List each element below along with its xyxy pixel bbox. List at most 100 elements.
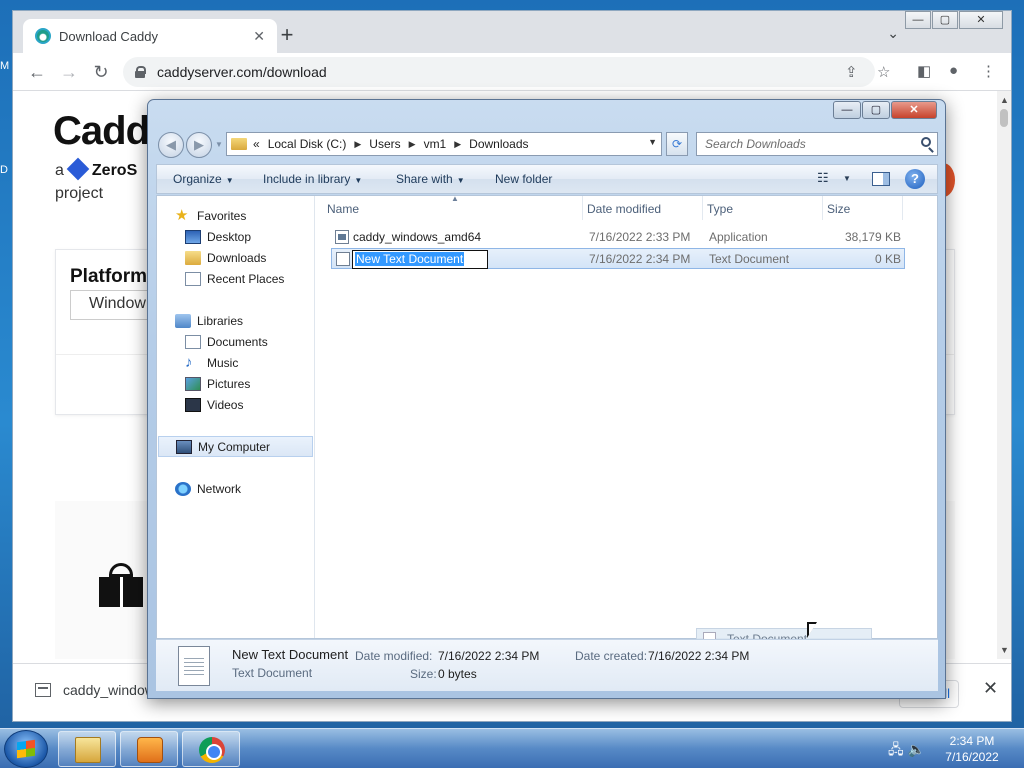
profile-avatar-icon[interactable]: ● xyxy=(949,62,958,79)
breadcrumb-downloads[interactable]: Downloads xyxy=(469,137,528,151)
browser-maximize-button[interactable]: ▢ xyxy=(932,11,958,29)
download-item[interactable]: caddy_window xyxy=(35,682,155,698)
file-date: 7/16/2022 2:33 PM xyxy=(589,230,691,244)
nav-libraries-label: Libraries xyxy=(197,313,244,328)
new-tab-button[interactable]: + xyxy=(275,24,299,48)
column-header-name[interactable]: Name ▲ xyxy=(323,194,583,220)
rename-selected-text: New Text Document xyxy=(355,252,465,266)
share-icon[interactable]: ⇪ xyxy=(845,63,858,81)
nav-my-computer[interactable]: My Computer xyxy=(158,436,313,457)
sort-ascending-icon: ▲ xyxy=(451,194,459,203)
back-button-icon[interactable]: ◀ xyxy=(158,132,184,158)
tab-strip: Download Caddy ✕ + ⌄ — ▢ ✕ xyxy=(13,11,1011,53)
include-in-library-menu[interactable]: Include in library ▼ xyxy=(263,172,362,186)
nav-videos[interactable]: Videos xyxy=(185,394,243,415)
taskbar-explorer[interactable] xyxy=(58,731,116,767)
tab-close-icon[interactable]: ✕ xyxy=(253,28,265,45)
explorer-minimize-button[interactable]: — xyxy=(833,101,861,119)
nav-recent-places[interactable]: Recent Places xyxy=(185,268,284,289)
taskbar-media-player[interactable] xyxy=(120,731,178,767)
downloads-bar-close-icon[interactable]: ✕ xyxy=(983,678,998,699)
organize-menu[interactable]: Organize ▼ xyxy=(173,172,234,186)
reload-icon[interactable]: ↻ xyxy=(91,62,111,82)
explorer-close-button[interactable]: ✕ xyxy=(891,101,937,119)
breadcrumb-separator-icon[interactable]: ▶ xyxy=(354,139,361,150)
network-globe-icon xyxy=(175,481,191,496)
explorer-search-input[interactable]: Search Downloads xyxy=(696,132,938,156)
desktop-fragment-m: M xyxy=(0,60,10,72)
nav-libraries[interactable]: Libraries xyxy=(175,310,243,331)
nav-desktop[interactable]: Desktop xyxy=(185,226,251,247)
tray-network-volume-icons[interactable]: 🖧 🔈 xyxy=(888,739,925,763)
preview-pane-icon[interactable] xyxy=(872,172,890,186)
breadcrumb-users[interactable]: Users xyxy=(369,137,400,151)
system-clock[interactable]: 2:34 PM 7/16/2022 xyxy=(930,733,1014,765)
bookmark-star-icon[interactable]: ☆ xyxy=(877,63,890,81)
explorer-maximize-button[interactable]: ▢ xyxy=(862,101,890,119)
breadcrumb-vm1[interactable]: vm1 xyxy=(424,137,447,151)
videos-filmstrip-icon xyxy=(185,397,201,412)
caddy-favicon-icon xyxy=(35,28,51,44)
column-header-type[interactable]: Type xyxy=(703,196,823,220)
browser-close-button[interactable]: ✕ xyxy=(959,11,1003,29)
tab-search-icon[interactable]: ⌄ xyxy=(887,25,899,42)
recent-pages-dropdown-icon[interactable]: ▼ xyxy=(215,140,223,149)
nav-favorites-label: Favorites xyxy=(197,208,247,223)
nav-music[interactable]: ♪ Music xyxy=(185,352,238,373)
help-icon[interactable]: ? xyxy=(905,169,925,189)
file-explorer-icon xyxy=(75,737,101,763)
forward-button-icon[interactable]: ▶ xyxy=(186,132,212,158)
nav-pictures[interactable]: Pictures xyxy=(185,373,250,394)
chevron-down-icon: ▼ xyxy=(354,176,363,185)
nav-documents[interactable]: Documents xyxy=(185,331,268,352)
search-icon[interactable] xyxy=(921,137,931,147)
explorer-address-bar[interactable]: « Local Disk (C:) ▶ Users ▶ vm1 ▶ Downlo… xyxy=(226,132,662,156)
forward-arrow-icon[interactable]: → xyxy=(59,62,79,82)
change-view-icon[interactable]: ☷ xyxy=(817,170,829,186)
scroll-thumb[interactable] xyxy=(1000,109,1008,127)
file-row-caddy[interactable]: caddy_windows_amd64 7/16/2022 2:33 PM Ap… xyxy=(331,227,905,248)
back-arrow-icon[interactable]: ← xyxy=(27,62,47,82)
view-options-dropdown-icon[interactable]: ▼ xyxy=(843,174,851,183)
lock-icon[interactable] xyxy=(135,66,146,78)
side-panel-icon[interactable]: ◧ xyxy=(917,62,931,80)
browser-minimize-button[interactable]: — xyxy=(905,11,931,29)
share-with-menu[interactable]: Share with ▼ xyxy=(396,172,465,186)
details-modified-value: 7/16/2022 2:34 PM xyxy=(438,649,540,663)
caddy-logo[interactable]: Cadd xyxy=(53,109,150,154)
nav-downloads[interactable]: Downloads xyxy=(185,247,266,268)
byline-brand[interactable]: ZeroS xyxy=(92,162,137,179)
chrome-menu-icon[interactable]: ⋮ xyxy=(981,62,996,80)
breadcrumb-overflow[interactable]: « xyxy=(253,137,260,151)
rename-input[interactable]: New Text Document xyxy=(352,250,488,269)
scroll-down-icon[interactable]: ▼ xyxy=(1000,645,1009,655)
scroll-up-icon[interactable]: ▲ xyxy=(1000,95,1009,105)
nav-favorites[interactable]: ★ Favorites xyxy=(175,205,246,226)
tab-download-caddy[interactable]: Download Caddy ✕ xyxy=(23,19,277,53)
nav-network[interactable]: Network xyxy=(175,478,241,499)
new-folder-button[interactable]: New folder xyxy=(495,172,552,186)
byline-prefix: a xyxy=(55,162,64,179)
refresh-icon[interactable]: ⟳ xyxy=(666,132,688,156)
column-header-size[interactable]: Size xyxy=(823,196,903,220)
file-size: 0 KB xyxy=(874,252,901,266)
page-scrollbar[interactable]: ▲ ▼ xyxy=(997,91,1011,659)
column-header-date[interactable]: Date modified xyxy=(583,196,703,220)
search-placeholder: Search Downloads xyxy=(705,137,806,151)
breadcrumb-separator-icon[interactable]: ▶ xyxy=(454,139,461,150)
clock-time: 2:34 PM xyxy=(949,734,995,748)
file-row-new-text-document[interactable]: New Text Document 7/16/2022 2:34 PM Text… xyxy=(331,248,905,269)
breadcrumb-separator-icon[interactable]: ▶ xyxy=(409,139,416,150)
address-bar[interactable]: caddyserver.com/download ⇪ ☆ xyxy=(123,57,890,87)
address-dropdown-icon[interactable]: ▼ xyxy=(648,137,657,147)
pictures-icon xyxy=(185,376,201,391)
breadcrumb-local-disk[interactable]: Local Disk (C:) xyxy=(268,137,347,151)
start-button[interactable] xyxy=(4,730,48,768)
taskbar-chrome[interactable] xyxy=(182,731,240,767)
gift-icon xyxy=(99,563,143,607)
file-size: 38,179 KB xyxy=(844,230,901,244)
details-pane: New Text Document Text Document Date mod… xyxy=(156,639,938,691)
explorer-window: — ▢ ✕ ◀ ▶ ▼ « Local Disk (C:) ▶ Users ▶ … xyxy=(147,99,946,699)
nav-pictures-label: Pictures xyxy=(207,376,251,391)
nav-music-label: Music xyxy=(207,355,239,370)
